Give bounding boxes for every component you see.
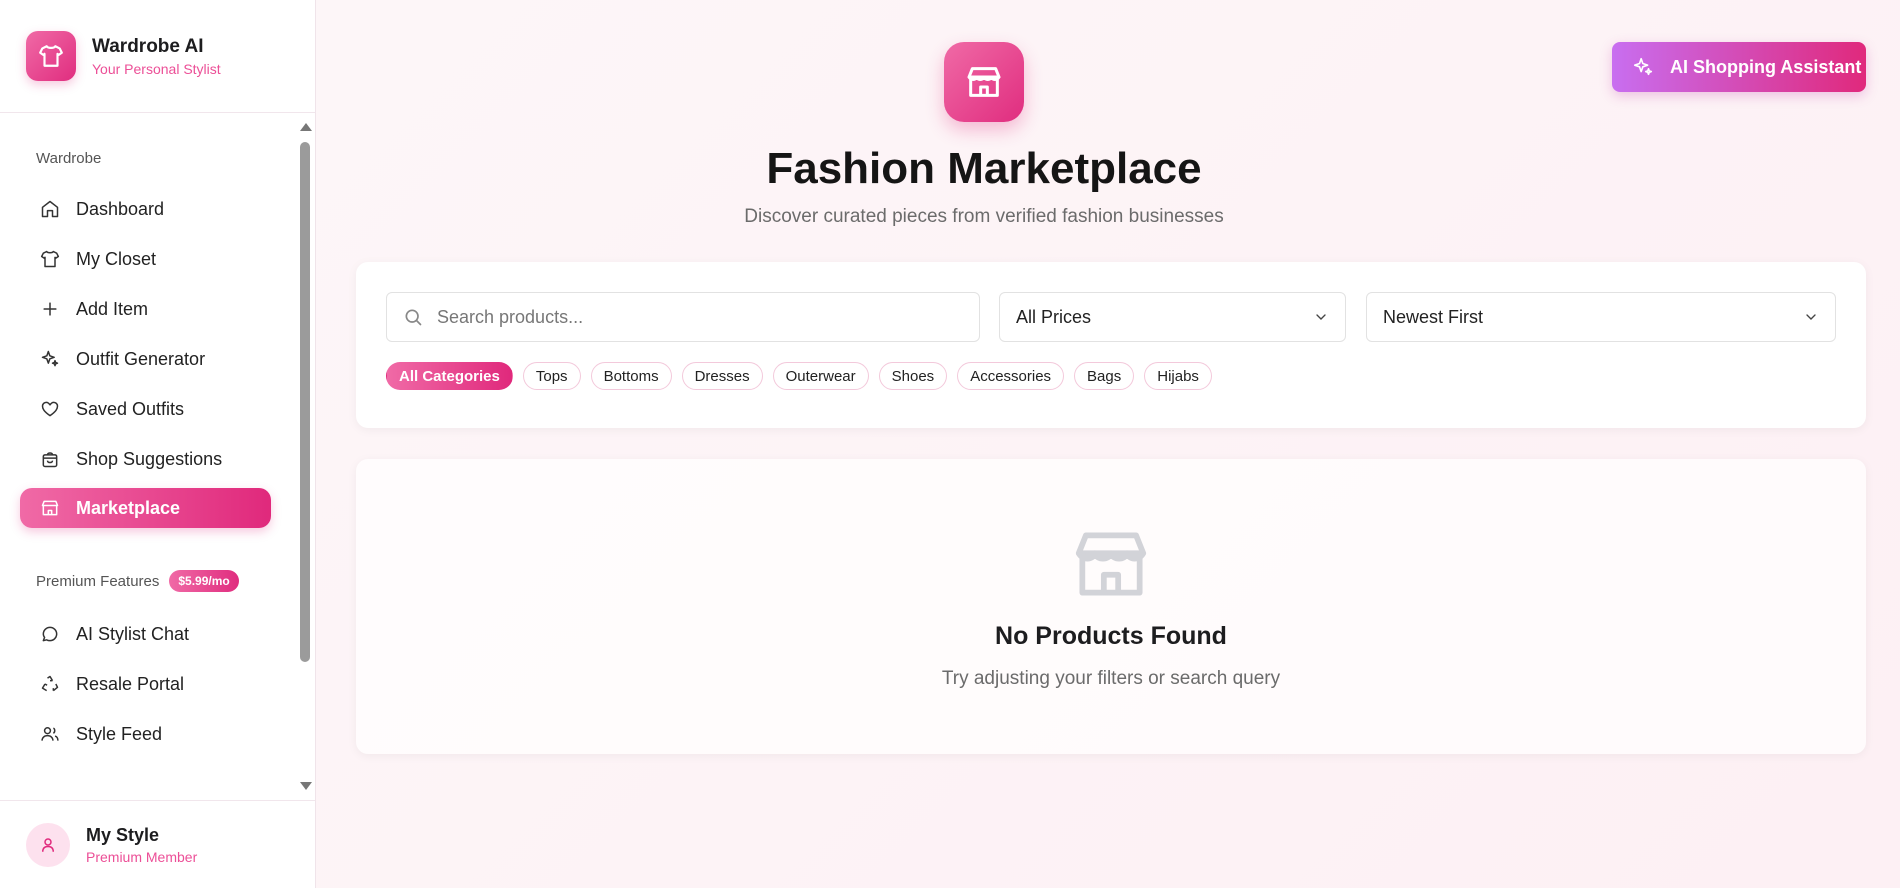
chip-tops[interactable]: Tops — [522, 362, 581, 390]
chip-all-categories[interactable]: All Categories — [386, 362, 513, 390]
chip-hijabs[interactable]: Hijabs — [1144, 362, 1212, 390]
ai-button-label: AI Shopping Assistant — [1670, 56, 1862, 77]
sparkles-icon — [1633, 57, 1653, 76]
sort-value: Newest First — [1383, 306, 1484, 327]
page-subtitle: Discover curated pieces from verified fa… — [744, 206, 1224, 227]
app-window: Wardrobe AI Your Personal Stylist Wardro… — [0, 0, 1900, 892]
empty-state-panel: No Products Found Try adjusting your fil… — [356, 459, 1866, 754]
chevron-down-icon — [1316, 314, 1326, 320]
chip-bags[interactable]: Bags — [1074, 362, 1135, 390]
search-input[interactable] — [437, 306, 957, 328]
chevron-down-icon — [1806, 314, 1816, 320]
chip-bottoms[interactable]: Bottoms — [590, 362, 672, 390]
ai-shopping-assistant-button[interactable]: AI Shopping Assistant — [1612, 42, 1866, 92]
empty-state-title: No Products Found — [995, 622, 1227, 650]
search-icon — [405, 309, 422, 326]
empty-state-message: Try adjusting your filters or search que… — [941, 668, 1281, 689]
chip-dresses[interactable]: Dresses — [681, 362, 763, 390]
chip-accessories[interactable]: Accessories — [957, 362, 1065, 390]
filter-panel: All Prices Newest First All Categories T… — [356, 262, 1866, 428]
store-icon — [944, 42, 1024, 122]
chip-shoes[interactable]: Shoes — [878, 362, 948, 390]
page-title: Fashion Marketplace — [766, 144, 1202, 193]
price-filter-value: All Prices — [1016, 306, 1092, 327]
price-filter-select[interactable]: All Prices — [999, 292, 1346, 342]
category-chips: All Categories Tops Bottoms Dresses Oute… — [386, 362, 1212, 390]
main-content: Fashion Marketplace Discover curated pie… — [316, 0, 1900, 888]
chip-outerwear[interactable]: Outerwear — [772, 362, 869, 390]
search-box[interactable] — [386, 292, 980, 342]
sort-select[interactable]: Newest First — [1366, 292, 1836, 342]
store-icon — [1068, 521, 1154, 612]
